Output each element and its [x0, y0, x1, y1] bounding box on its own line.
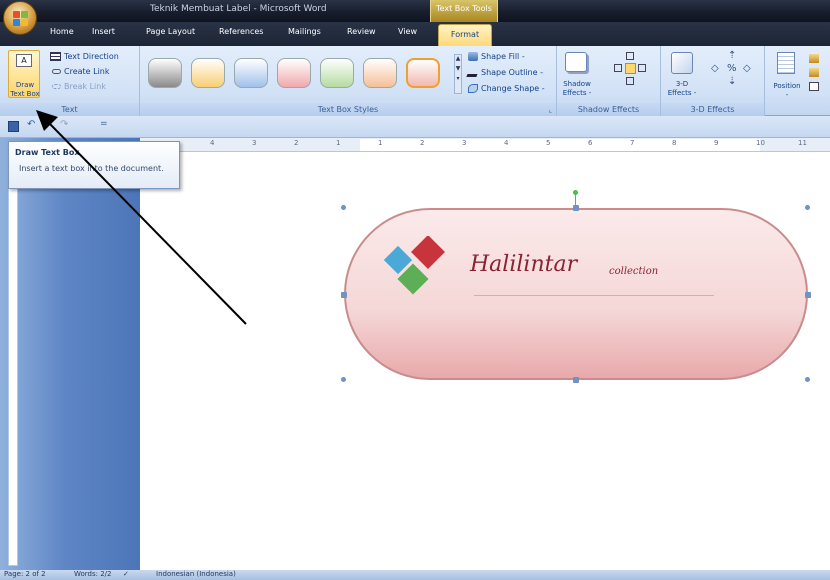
annotation-arrow-icon — [36, 110, 247, 325]
